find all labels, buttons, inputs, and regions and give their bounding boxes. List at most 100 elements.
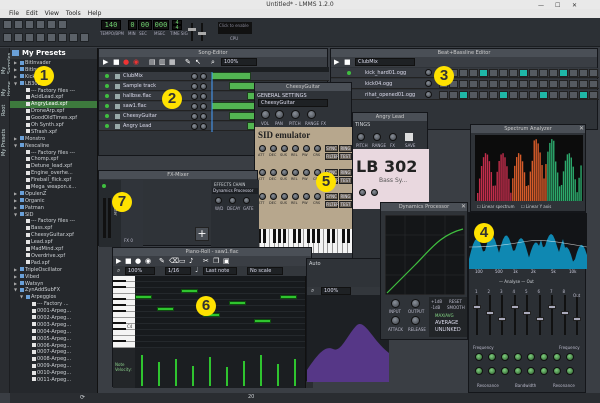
cpu-graph[interactable]: Click to enable: [218, 22, 252, 34]
track-volume-knob[interactable]: [191, 73, 198, 80]
fx-mixer-toggle-icon[interactable]: [47, 33, 56, 42]
eq-band-knob[interactable]: [566, 367, 574, 375]
average-button[interactable]: AVERAGE: [435, 320, 458, 326]
bb-step[interactable]: [499, 80, 508, 88]
song-editor-toggle-icon[interactable]: [3, 33, 12, 42]
save-preset-icon[interactable]: [405, 133, 413, 141]
preset-file[interactable]: 0002-Arpeg...: [10, 315, 97, 322]
preset-file[interactable]: Lead.xpf: [10, 239, 97, 246]
bb-step[interactable]: [439, 91, 448, 99]
side-tab-root[interactable]: Root: [1, 100, 9, 116]
recent-projects-icon[interactable]: [36, 20, 45, 29]
tempo-display[interactable]: 140: [101, 20, 121, 30]
sid-knob[interactable]: [303, 145, 310, 152]
track-mute-led[interactable]: [105, 84, 109, 88]
bb-step[interactable]: [509, 80, 518, 88]
bb-step[interactable]: [469, 69, 478, 77]
pr-erase-icon[interactable]: ⌫: [169, 257, 179, 265]
black-key[interactable]: [307, 229, 311, 244]
collapsed-arrow-icon[interactable]: ▶: [14, 281, 17, 288]
song-zoom-select[interactable]: 100%: [221, 58, 257, 66]
black-key[interactable]: [292, 229, 296, 244]
pr-note[interactable]: [180, 289, 198, 293]
plus-1db-button[interactable]: +1dB: [431, 299, 442, 304]
fx-channel-0[interactable]: FX 0: [121, 180, 143, 247]
velocity-bar[interactable]: [209, 357, 211, 386]
bb-step[interactable]: [539, 91, 548, 99]
pr-quantize-select[interactable]: 1/16: [165, 267, 191, 275]
preset-file[interactable]: STrash.xpf: [10, 129, 97, 136]
refresh-icon[interactable]: ⟳: [80, 394, 85, 401]
pr-detune-icon[interactable]: ♪: [189, 257, 193, 265]
stop-icon[interactable]: ■: [113, 58, 120, 66]
sid-knob[interactable]: [270, 145, 277, 152]
song-track[interactable]: ClubMix: [99, 72, 329, 81]
preset-file[interactable]: --- Factory files ---: [10, 88, 97, 95]
pitch-knob[interactable]: [291, 110, 300, 119]
pr-cut-icon[interactable]: ✂: [203, 257, 209, 265]
velocity-bar[interactable]: [260, 355, 262, 386]
add-sample-track-icon[interactable]: ▥: [159, 58, 166, 66]
track-pan-knob[interactable]: [200, 113, 207, 120]
eq-band-knob[interactable]: [514, 367, 522, 375]
sid-toggle-button[interactable]: SYNC: [325, 145, 338, 152]
bb-track-volume-knob[interactable]: [425, 80, 432, 87]
collapsed-arrow-icon[interactable]: ▶: [14, 191, 17, 198]
pr-velocity-area[interactable]: [135, 348, 305, 388]
velocity-bar[interactable]: [175, 358, 177, 386]
menu-edit[interactable]: Edit: [26, 9, 38, 18]
reset-button[interactable]: RESET: [449, 299, 462, 304]
eq-fader-handle[interactable]: [573, 317, 581, 321]
collapsed-arrow-icon[interactable]: ▶: [14, 60, 17, 67]
preset-file[interactable]: --- Factory files ---: [10, 150, 97, 157]
eq-band-knob[interactable]: [527, 367, 535, 375]
metronome-icon[interactable]: [80, 33, 89, 42]
song-position-marker[interactable]: [211, 72, 213, 132]
bb-track-volume-knob[interactable]: [425, 91, 432, 98]
collapsed-arrow-icon[interactable]: ▶: [14, 136, 17, 143]
timesig-denominator[interactable]: 4: [172, 25, 182, 31]
wet-dry-knob[interactable]: [215, 197, 222, 204]
bb-step[interactable]: [559, 80, 568, 88]
dynamics-output-knob[interactable]: [411, 299, 420, 308]
track-volume-knob[interactable]: [191, 83, 198, 90]
sid-toggle-button[interactable]: RING: [339, 145, 352, 152]
preset-file[interactable]: 0006-Arpeg...: [10, 343, 97, 350]
side-tab-my-samples[interactable]: My Samples: [1, 52, 13, 74]
preset-file[interactable]: 0008-Arpeg...: [10, 356, 97, 363]
pr-note[interactable]: [279, 295, 297, 299]
volume-knob[interactable]: [261, 110, 270, 119]
bb-step[interactable]: [479, 80, 488, 88]
bb-editor-toggle-icon[interactable]: [14, 33, 23, 42]
bb-step[interactable]: [469, 80, 478, 88]
dynamics-attack-knob[interactable]: [391, 316, 400, 325]
preset-file[interactable]: 0009-Arpeg...: [10, 363, 97, 370]
black-key[interactable]: [341, 229, 345, 244]
track-volume-knob[interactable]: [191, 103, 198, 110]
preset-file[interactable]: Overdrive.xpf: [10, 253, 97, 260]
spectrum-close-icon[interactable]: ✕: [579, 125, 584, 133]
new-project-icon[interactable]: [3, 20, 12, 29]
black-key[interactable]: [273, 229, 277, 244]
preset-file[interactable]: Mega_weapon.x...: [10, 184, 97, 191]
bb-track[interactable]: rihat_opened01.ogg: [331, 90, 599, 100]
preset-folder[interactable]: ▼ Nescaline: [10, 143, 97, 150]
sid-knob[interactable]: [292, 193, 299, 200]
bb-step[interactable]: [469, 91, 478, 99]
eq-band-knob[interactable]: [475, 353, 483, 361]
bb-step[interactable]: [459, 80, 468, 88]
track-mute-led[interactable]: [105, 104, 109, 108]
eq-band-knob[interactable]: [488, 367, 496, 375]
sid-knob[interactable]: [270, 169, 277, 176]
bb-step[interactable]: [569, 91, 578, 99]
bb-track[interactable]: kick_hard01.ogg: [331, 68, 599, 78]
maxavg-button[interactable]: MAX/AVG: [435, 313, 454, 318]
pr-record-icon[interactable]: ●: [135, 257, 141, 265]
bb-play-icon[interactable]: ▶: [334, 58, 339, 66]
preset-file[interactable]: Oh Synth.xpf: [10, 122, 97, 129]
preset-folder[interactable]: ▶ Patman: [10, 205, 97, 212]
pan-knob[interactable]: [275, 110, 284, 119]
track-mute-led[interactable]: [105, 74, 109, 78]
bb-pattern-select[interactable]: ClubMix: [355, 58, 415, 66]
sid-toggle-button[interactable]: SYNC: [325, 193, 338, 200]
